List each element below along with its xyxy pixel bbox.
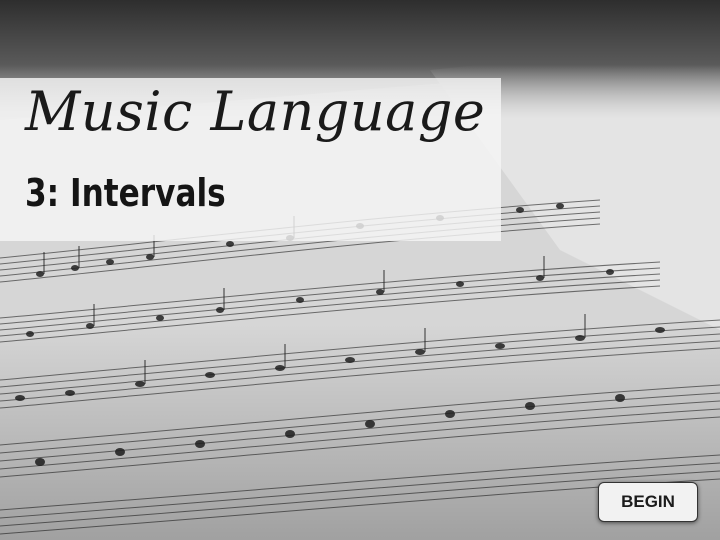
slide-stage: Music Language 3: Intervals BEGIN: [0, 0, 720, 540]
slide-subtitle: 3: Intervals: [25, 171, 226, 215]
begin-button[interactable]: BEGIN: [598, 482, 698, 522]
slide-title: Music Language: [25, 80, 486, 143]
